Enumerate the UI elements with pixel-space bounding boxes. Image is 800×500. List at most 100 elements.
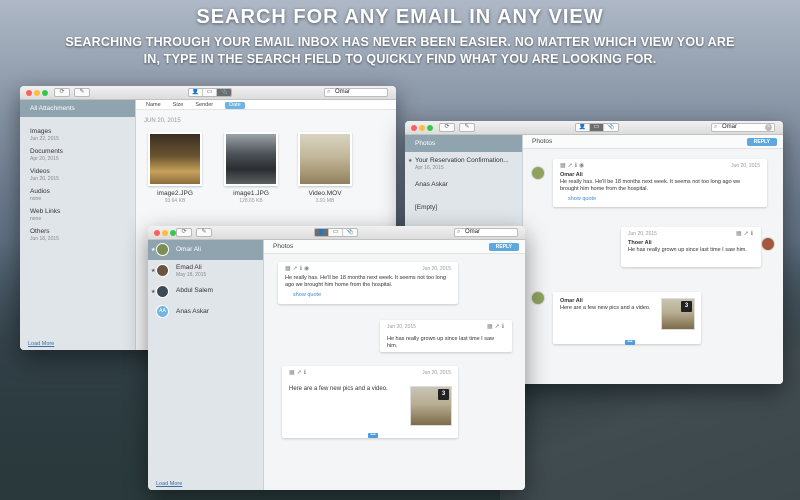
- avatar: [156, 243, 169, 256]
- conversations-view-icon[interactable]: ▭: [329, 229, 343, 236]
- close-window-button[interactable]: [411, 125, 417, 131]
- sidebar-item-web-links[interactable]: Web Links none: [20, 205, 135, 225]
- contacts-sidebar: ★ Omar Ali ★ Emad Ali May 18, 2015 ★ Abd…: [148, 240, 264, 490]
- compose-button[interactable]: ✎: [459, 123, 475, 132]
- sidebar-item-anas-askar[interactable]: AA Anas Askar: [148, 302, 263, 322]
- sidebar-item-omar-ali[interactable]: ★ Omar Ali: [148, 240, 263, 260]
- contacts-view-icon[interactable]: 👤: [189, 89, 203, 96]
- attachment-item[interactable]: image2.JPG 93.64 KB: [148, 132, 202, 204]
- star-icon[interactable]: ★: [151, 268, 155, 274]
- contact-messages-pane: Photos REPLY ▦➚ℹ◉ Jun 20, 2015 He really…: [264, 240, 525, 490]
- photo-count-badge: 3: [438, 389, 449, 400]
- avatar: [531, 166, 545, 180]
- sidebar-item-photos[interactable]: Photos: [405, 135, 522, 152]
- pane-title: Photos: [532, 138, 553, 145]
- photo-thumbnail[interactable]: 3: [661, 298, 695, 330]
- avatar: [531, 291, 545, 305]
- compose-button[interactable]: ✎: [74, 88, 90, 97]
- zoom-window-button[interactable]: [427, 125, 433, 131]
- show-quote-link[interactable]: show quote: [293, 292, 451, 299]
- sidebar-item-videos[interactable]: Videos Jun 20, 2015: [20, 165, 135, 185]
- message-action-icons: ▦➚ℹ: [289, 370, 308, 376]
- sort-date-button[interactable]: Date: [225, 101, 245, 109]
- message-card[interactable]: ▦➚ℹ Jun 20, 2015 Here are a few new pics…: [282, 366, 458, 438]
- refresh-button[interactable]: ⟳: [176, 228, 192, 237]
- star-icon[interactable]: ★: [151, 247, 155, 253]
- sidebar-item-empty[interactable]: [Empty]: [405, 201, 522, 214]
- sidebar-item-others[interactable]: Others Jun 18, 2015: [20, 225, 135, 245]
- contacts-view-icon[interactable]: 👤: [576, 124, 590, 131]
- compose-button[interactable]: ✎: [196, 228, 212, 237]
- contacts-window: ⟳ ✎ 👤 ▭ 📎 ⌕ Omar ★ Omar Ali ★ Emad Ali M…: [148, 226, 525, 490]
- message-action-icons: ▦➚ℹ: [736, 231, 755, 237]
- search-field[interactable]: ⌕ Omar: [454, 228, 518, 237]
- minimize-window-button[interactable]: [419, 125, 425, 131]
- contacts-view-icon[interactable]: 👤: [315, 229, 329, 236]
- section-date: JUN 20, 2015: [144, 118, 181, 124]
- message-card[interactable]: Jun 20, 2015 ▦➚ℹ Thoer Ali He has really…: [621, 227, 761, 267]
- search-icon: ⌕: [714, 124, 718, 130]
- message-card[interactable]: Jun 20, 2015 ▦➚ℹ He has really grown up …: [380, 320, 512, 352]
- refresh-button[interactable]: ⟳: [54, 88, 70, 97]
- load-more-link[interactable]: Load More: [156, 481, 182, 487]
- search-icon: ⌕: [457, 229, 461, 235]
- sidebar-item-anas-askar[interactable]: Anas Askar: [405, 178, 522, 191]
- more-button[interactable]: •••: [368, 433, 378, 438]
- show-quote-link[interactable]: show quote: [568, 196, 760, 203]
- star-icon[interactable]: ★: [408, 158, 412, 164]
- avatar: [156, 285, 169, 298]
- close-window-button[interactable]: [154, 230, 160, 236]
- message-action-icons: ▦➚ℹ◉: [285, 266, 312, 272]
- close-window-button[interactable]: [26, 90, 32, 96]
- sort-bar: Name Size Sender Date: [136, 100, 396, 110]
- minimize-window-button[interactable]: [162, 230, 168, 236]
- attachment-item[interactable]: image1.JPG 128.65 KB: [224, 132, 278, 204]
- search-field[interactable]: ⌕ Omar ×: [711, 123, 775, 132]
- promo-subline: SEARCHING THROUGH YOUR EMAIL INBOX HAS N…: [65, 35, 735, 66]
- title-bar: ⟳ ✎ 👤 ▭ 📎 ⌕ Omar ×: [405, 121, 783, 135]
- attachment-thumbnail: [148, 132, 202, 186]
- attachments-view-icon[interactable]: 📎: [217, 89, 231, 96]
- star-icon[interactable]: ★: [151, 289, 155, 295]
- photo-count-badge: 3: [681, 301, 692, 312]
- sidebar-item-documents[interactable]: Documents Apr 20, 2015: [20, 145, 135, 165]
- conversations-view-icon[interactable]: ▭: [203, 89, 217, 96]
- sidebar-item-abdul-salem[interactable]: ★ Abdul Salem: [148, 282, 263, 302]
- sort-name-button[interactable]: Name: [146, 100, 161, 109]
- search-field[interactable]: ⌕ Omar: [324, 88, 388, 97]
- pane-header: Photos REPLY: [264, 240, 525, 254]
- message-card[interactable]: ▦➚ℹ◉ Jun 20, 2015 He really has. He'll b…: [278, 262, 458, 304]
- sidebar-item-all-attachments[interactable]: All Attachments: [20, 100, 135, 117]
- photo-thumbnail[interactable]: 3: [410, 386, 452, 426]
- load-more-link[interactable]: Load More: [28, 341, 54, 347]
- more-button[interactable]: •••: [625, 340, 635, 345]
- message-action-icons: ▦➚ℹ◉: [560, 163, 587, 169]
- conversation-pane: Photos REPLY ▦➚ℹ◉ Jun 20, 2015 Omar Ali …: [523, 135, 783, 384]
- attachment-item[interactable]: Video.MOV 3.91 MB: [298, 132, 352, 204]
- message-card[interactable]: ▦➚ℹ◉ Jun 20, 2015 Omar Ali He really has…: [553, 159, 767, 207]
- sort-sender-button[interactable]: Sender: [195, 100, 213, 109]
- sidebar-item-reservation[interactable]: ★ Your Reservation Confirmation... Apr 1…: [405, 154, 522, 174]
- title-bar: ⟳ ✎ 👤 ▭ 📎 ⌕ Omar: [20, 86, 396, 100]
- sidebar-item-emad-ali[interactable]: ★ Emad Ali May 18, 2015: [148, 260, 263, 282]
- reply-button[interactable]: REPLY: [746, 138, 777, 146]
- attachments-view-icon[interactable]: 📎: [604, 124, 618, 131]
- message-card[interactable]: Omar Ali Here are a few new pics and a v…: [553, 292, 701, 344]
- clear-search-icon[interactable]: ×: [765, 124, 772, 131]
- minimize-window-button[interactable]: [34, 90, 40, 96]
- sort-size-button[interactable]: Size: [173, 100, 184, 109]
- pane-header: Photos REPLY: [523, 135, 783, 149]
- view-switcher: 👤 ▭ 📎: [188, 88, 232, 97]
- avatar: [156, 264, 169, 277]
- sidebar-item-audios[interactable]: Audios none: [20, 185, 135, 205]
- avatar: [761, 237, 775, 251]
- conversations-view-icon[interactable]: ▭: [590, 124, 604, 131]
- reply-button[interactable]: REPLY: [488, 243, 519, 251]
- zoom-window-button[interactable]: [42, 90, 48, 96]
- refresh-button[interactable]: ⟳: [439, 123, 455, 132]
- search-icon: ⌕: [327, 89, 331, 95]
- sidebar-item-images[interactable]: Images Jun 22, 2015: [20, 125, 135, 145]
- title-bar: ⟳ ✎ 👤 ▭ 📎 ⌕ Omar: [148, 226, 525, 240]
- attachments-view-icon[interactable]: 📎: [343, 229, 357, 236]
- attachment-thumbnail: [224, 132, 278, 186]
